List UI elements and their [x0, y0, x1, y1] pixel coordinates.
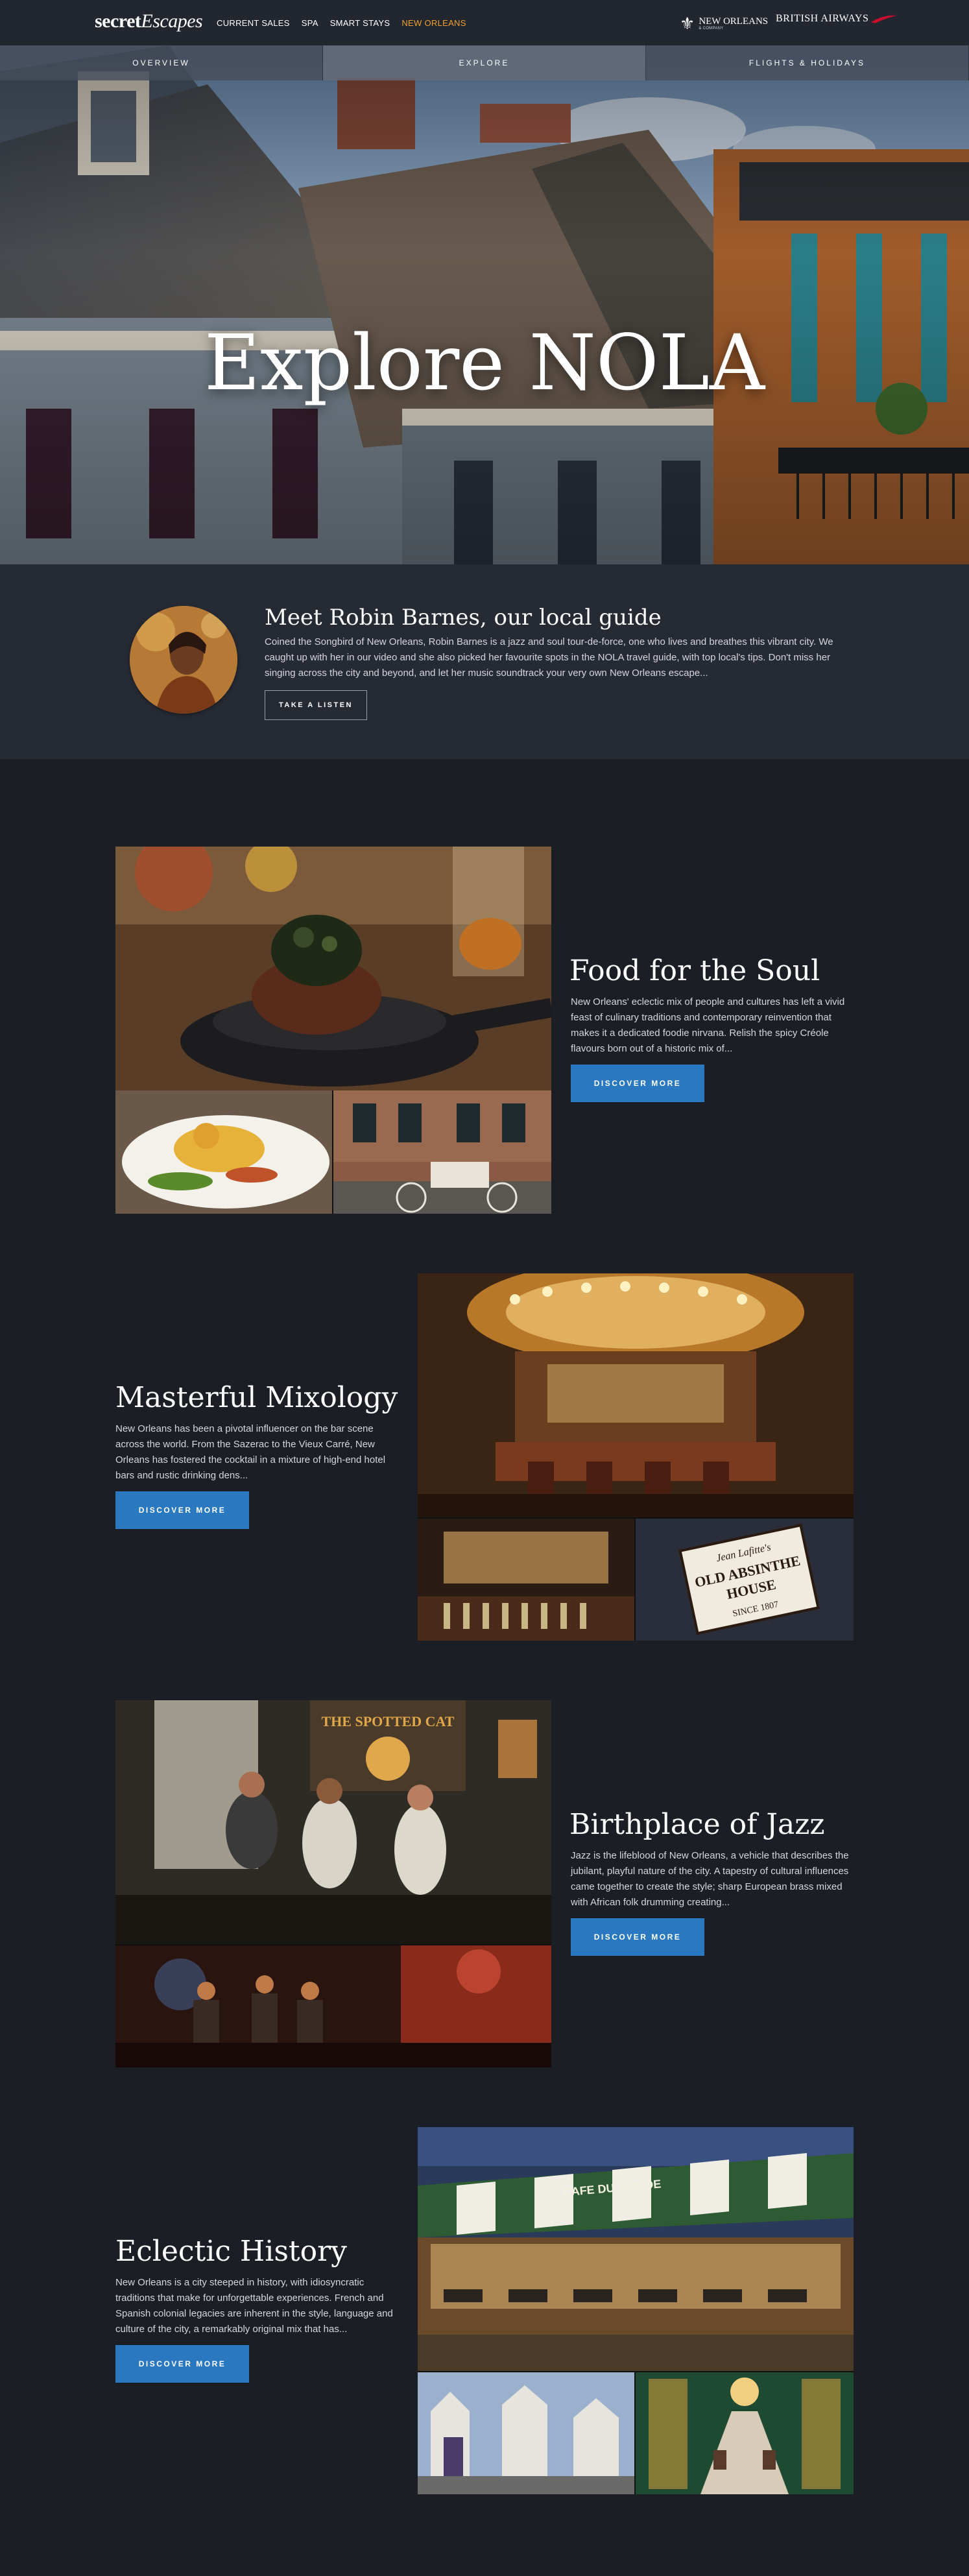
section-title: Birthplace of Jazz [569, 1808, 825, 1841]
section-title: Masterful Mixology [115, 1381, 398, 1414]
discover-more-button[interactable]: DISCOVER MORE [115, 2345, 249, 2383]
british-airways-logo[interactable]: BRITISH AIRWAYS [776, 13, 898, 25]
tab-flights-holidays[interactable]: FLIGHTS & HOLIDAYS [646, 45, 969, 80]
section-description: New Orleans has been a pivotal influence… [115, 1423, 386, 1481]
section-history: CAFE DU MONDE Eclectic History New Orlea… [0, 2127, 969, 2494]
section-description: Jazz is the lifeblood of New Orleans, a … [571, 1850, 849, 1908]
jazz-photo-collage[interactable]: THE SPOTTED CAT [115, 1700, 551, 2067]
section-title: Food for the Soul [569, 954, 820, 987]
food-photo-collage[interactable] [115, 847, 551, 1214]
section-description: New Orleans is a city steeped in history… [115, 2277, 393, 2335]
discover-more-button[interactable]: DISCOVER MORE [115, 1491, 249, 1529]
history-photo-collage[interactable]: CAFE DU MONDE [418, 2127, 854, 2494]
nav-new-orleans[interactable]: NEW ORLEANS [401, 18, 466, 28]
nav-current-sales[interactable]: CURRENT SALES [217, 18, 290, 28]
section-food: Food for the Soul New Orleans' eclectic … [0, 847, 969, 1214]
tab-explore[interactable]: EXPLORE [323, 45, 646, 80]
mixology-photo-collage[interactable]: Jean Lafitte's OLD ABSINTHE HOUSE SINCE … [418, 1273, 854, 1641]
guide-description: Coined the Songbird of New Orleans, Robi… [265, 636, 833, 679]
ba-speedmarque-icon [871, 15, 898, 23]
hero-image [0, 45, 969, 564]
nav-smart-stays[interactable]: SMART STAYS [330, 18, 390, 28]
take-a-listen-button[interactable]: TAKE A LISTEN [265, 690, 367, 720]
top-navigation: secretEscapes CURRENT SALES SPA SMART ST… [0, 0, 969, 45]
section-title: Eclectic History [115, 2235, 347, 2268]
hero-banner: Explore NOLA [0, 45, 969, 564]
new-orleans-company-logo[interactable]: ⚜ NEW ORLEANS & COMPANY [680, 14, 768, 32]
spotted-cat-sign: THE SPOTTED CAT [322, 1713, 455, 1729]
discover-more-button[interactable]: DISCOVER MORE [571, 1065, 704, 1102]
nav-spa[interactable]: SPA [302, 18, 318, 28]
local-guide-panel: Meet Robin Barnes, our local guide Coine… [0, 564, 969, 759]
section-description: New Orleans' eclectic mix of people and … [571, 996, 845, 1054]
nav-links: CURRENT SALES SPA SMART STAYS NEW ORLEAN… [217, 18, 466, 28]
fleur-de-lis-icon: ⚜ [680, 14, 695, 33]
secret-escapes-logo[interactable]: secretEscapes [95, 10, 203, 32]
section-tabs: OVERVIEW EXPLORE FLIGHTS & HOLIDAYS [0, 45, 969, 80]
section-jazz: THE SPOTTED CAT Birthplace of Jazz Jazz … [0, 1700, 969, 2067]
section-mixology: Jean Lafitte's OLD ABSINTHE HOUSE SINCE … [0, 1273, 969, 1641]
tab-overview[interactable]: OVERVIEW [0, 45, 323, 80]
hero-title: Explore NOLA [204, 318, 765, 407]
guide-avatar [130, 606, 237, 714]
discover-more-button[interactable]: DISCOVER MORE [571, 1918, 704, 1956]
guide-title: Meet Robin Barnes, our local guide [265, 605, 662, 631]
